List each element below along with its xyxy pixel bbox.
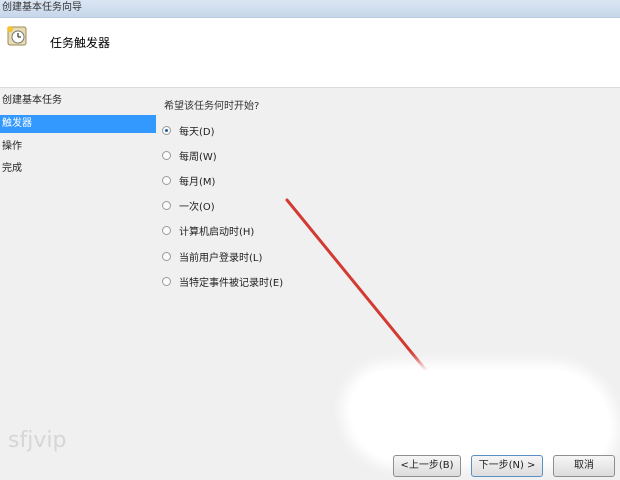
back-button[interactable]: <上一步(B)	[393, 455, 461, 477]
redaction-smudge	[350, 370, 610, 460]
next-button[interactable]: 下一步(N) >	[471, 455, 543, 477]
cancel-button[interactable]: 取消	[553, 455, 615, 477]
watermark: sfjvip	[8, 428, 67, 453]
